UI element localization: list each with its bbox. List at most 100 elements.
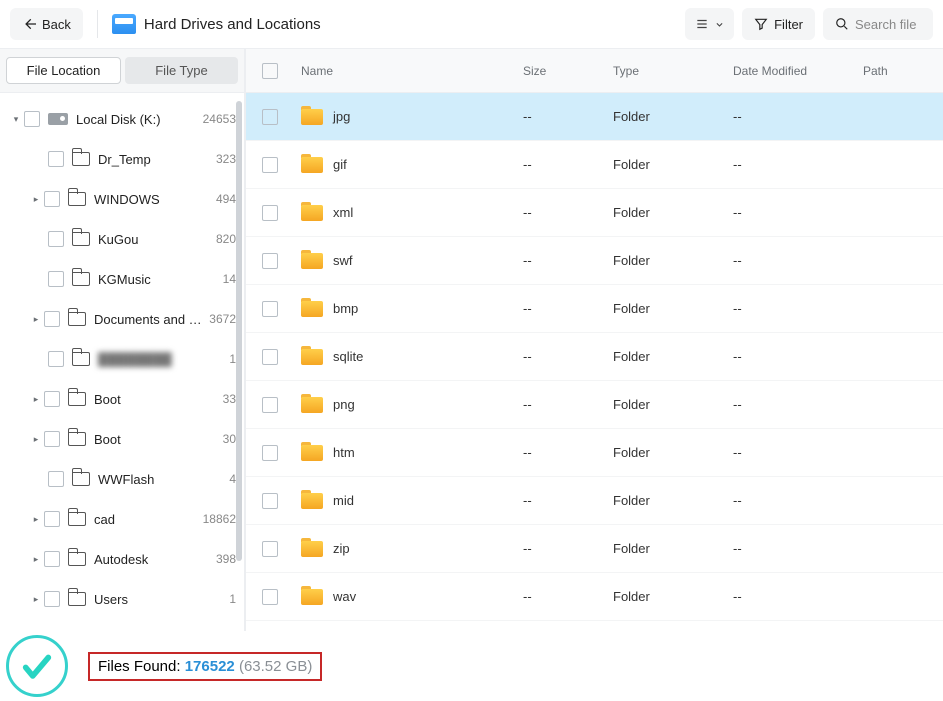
tree-item-count: 4 bbox=[229, 472, 236, 486]
row-date: -- bbox=[733, 301, 863, 316]
filter-label: Filter bbox=[774, 17, 803, 32]
tree-item-count: 33 bbox=[223, 392, 236, 406]
row-date: -- bbox=[733, 349, 863, 364]
column-path[interactable]: Path bbox=[863, 64, 943, 78]
tree-item-count: 1 bbox=[229, 352, 236, 366]
table-row[interactable]: htm--Folder-- bbox=[246, 429, 943, 477]
row-checkbox[interactable] bbox=[262, 205, 278, 221]
scrollbar-thumb[interactable] bbox=[236, 101, 242, 561]
sidebar-tabs: File Location File Type bbox=[0, 49, 244, 93]
row-size: -- bbox=[523, 253, 613, 268]
column-date[interactable]: Date Modified bbox=[733, 64, 863, 78]
row-checkbox[interactable] bbox=[262, 301, 278, 317]
list-icon bbox=[695, 17, 709, 31]
row-date: -- bbox=[733, 493, 863, 508]
tree-checkbox[interactable] bbox=[48, 271, 64, 287]
tree-item[interactable]: Dr_Temp323 bbox=[0, 139, 244, 179]
tree-item-count: 323 bbox=[216, 152, 236, 166]
table-row[interactable]: jpg--Folder-- bbox=[246, 93, 943, 141]
tree-checkbox[interactable] bbox=[48, 471, 64, 487]
row-type: Folder bbox=[613, 301, 733, 316]
table-row[interactable]: mid--Folder-- bbox=[246, 477, 943, 525]
row-size: -- bbox=[523, 493, 613, 508]
folder-icon bbox=[72, 352, 90, 366]
tree-item[interactable]: KuGou820 bbox=[0, 219, 244, 259]
column-type[interactable]: Type bbox=[613, 64, 733, 78]
table-row[interactable]: wav--Folder-- bbox=[246, 573, 943, 621]
expand-caret-icon[interactable]: ▸ bbox=[30, 314, 42, 325]
tree-checkbox[interactable] bbox=[44, 511, 60, 527]
tree-item-count: 3672 bbox=[209, 312, 236, 326]
tree-item-label: Autodesk bbox=[94, 552, 212, 567]
expand-caret-icon[interactable]: ▸ bbox=[30, 554, 42, 565]
tree-item[interactable]: ▾Local Disk (K:)24653 bbox=[0, 99, 244, 139]
folder-icon bbox=[301, 349, 323, 365]
tree-checkbox[interactable] bbox=[44, 311, 60, 327]
tree-item[interactable]: ▸cad18862 bbox=[0, 499, 244, 539]
tree-checkbox[interactable] bbox=[44, 591, 60, 607]
table-row[interactable]: mtc--Folder-- bbox=[246, 621, 943, 631]
table-row[interactable]: bmp--Folder-- bbox=[246, 285, 943, 333]
files-found-count: 176522 bbox=[185, 658, 235, 675]
row-name: png bbox=[333, 397, 355, 412]
file-list-panel: Name Size Type Date Modified Path jpg--F… bbox=[246, 49, 943, 631]
tree-checkbox[interactable] bbox=[44, 431, 60, 447]
table-row[interactable]: sqlite--Folder-- bbox=[246, 333, 943, 381]
tree-item[interactable]: ████████1 bbox=[0, 339, 244, 379]
row-checkbox[interactable] bbox=[262, 253, 278, 269]
row-type: Folder bbox=[613, 445, 733, 460]
back-button[interactable]: Back bbox=[10, 8, 83, 40]
tree-item[interactable]: KGMusic14 bbox=[0, 259, 244, 299]
row-checkbox[interactable] bbox=[262, 493, 278, 509]
view-mode-button[interactable] bbox=[685, 8, 734, 40]
expand-caret-icon[interactable]: ▸ bbox=[30, 594, 42, 605]
search-box[interactable]: Search file bbox=[823, 8, 933, 40]
expand-caret-icon[interactable]: ▸ bbox=[30, 394, 42, 405]
tree-item[interactable]: ▸Autodesk398 bbox=[0, 539, 244, 579]
row-checkbox[interactable] bbox=[262, 109, 278, 125]
column-size[interactable]: Size bbox=[523, 64, 613, 78]
expand-caret-icon[interactable]: ▸ bbox=[30, 434, 42, 445]
tree-item[interactable]: ▸ Documents and Set... 3672 bbox=[0, 299, 244, 339]
tree-item[interactable]: ▸WINDOWS494 bbox=[0, 179, 244, 219]
row-checkbox[interactable] bbox=[262, 157, 278, 173]
tab-file-type[interactable]: File Type bbox=[125, 57, 238, 84]
tree-checkbox[interactable] bbox=[44, 391, 60, 407]
tree-checkbox[interactable] bbox=[44, 551, 60, 567]
tree-item[interactable]: ▸Boot30 bbox=[0, 419, 244, 459]
row-date: -- bbox=[733, 253, 863, 268]
table-row[interactable]: png--Folder-- bbox=[246, 381, 943, 429]
table-row[interactable]: zip--Folder-- bbox=[246, 525, 943, 573]
drive-icon bbox=[112, 14, 136, 34]
expand-caret-icon[interactable]: ▸ bbox=[30, 514, 42, 525]
row-checkbox[interactable] bbox=[262, 589, 278, 605]
table-row[interactable]: swf--Folder-- bbox=[246, 237, 943, 285]
folder-icon bbox=[68, 512, 86, 526]
tab-file-location[interactable]: File Location bbox=[6, 57, 121, 84]
row-checkbox[interactable] bbox=[262, 397, 278, 413]
table-row[interactable]: gif--Folder-- bbox=[246, 141, 943, 189]
tree-item-label: KGMusic bbox=[98, 272, 219, 287]
tree-item[interactable]: ▸Boot33 bbox=[0, 379, 244, 419]
tree-checkbox[interactable] bbox=[48, 231, 64, 247]
tree-checkbox[interactable] bbox=[44, 191, 60, 207]
folder-icon bbox=[68, 432, 86, 446]
tree-item[interactable]: ▸Users1 bbox=[0, 579, 244, 619]
row-name: zip bbox=[333, 541, 350, 556]
folder-icon bbox=[301, 301, 323, 317]
folder-icon bbox=[68, 592, 86, 606]
expand-caret-icon[interactable]: ▸ bbox=[30, 194, 42, 205]
row-checkbox[interactable] bbox=[262, 349, 278, 365]
filter-button[interactable]: Filter bbox=[742, 8, 815, 40]
tree-checkbox[interactable] bbox=[48, 151, 64, 167]
select-all-checkbox[interactable] bbox=[262, 63, 278, 79]
tree-checkbox[interactable] bbox=[48, 351, 64, 367]
row-checkbox[interactable] bbox=[262, 541, 278, 557]
tree-item[interactable]: WWFlash4 bbox=[0, 459, 244, 499]
tree-checkbox[interactable] bbox=[24, 111, 40, 127]
column-name[interactable]: Name bbox=[301, 64, 523, 78]
table-row[interactable]: xml--Folder-- bbox=[246, 189, 943, 237]
tree-item-label: Documents and Set... bbox=[94, 312, 205, 327]
row-checkbox[interactable] bbox=[262, 445, 278, 461]
expand-caret-icon[interactable]: ▾ bbox=[10, 114, 22, 125]
